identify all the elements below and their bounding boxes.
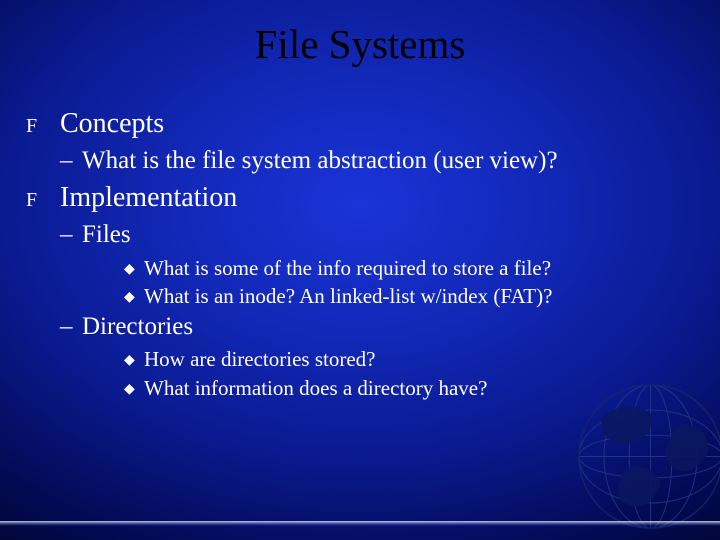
diamond-icon: ◆ bbox=[124, 289, 144, 307]
bullet-text: Files bbox=[82, 219, 131, 250]
bullet-level2: – Files bbox=[60, 219, 696, 250]
footer-divider bbox=[0, 521, 720, 526]
bullet-level2: – Directories bbox=[60, 311, 696, 342]
bullet-text: What is some of the info required to sto… bbox=[144, 255, 551, 281]
bullet-level3: ◆ What is an inode? An linked-list w/ind… bbox=[124, 283, 696, 309]
globe-icon bbox=[573, 379, 720, 534]
bullet-text: Directories bbox=[82, 311, 193, 342]
slide-body: F Concepts – What is the file system abs… bbox=[0, 76, 720, 401]
dash-icon: – bbox=[60, 219, 82, 250]
dash-icon: – bbox=[60, 145, 82, 176]
diamond-icon: ◆ bbox=[124, 381, 144, 399]
diamond-icon: ◆ bbox=[124, 261, 144, 279]
dash-icon: – bbox=[60, 311, 82, 342]
bullet-level1: F Concepts bbox=[24, 106, 696, 141]
bullet-text: How are directories stored? bbox=[144, 346, 375, 372]
bullet-text: Concepts bbox=[60, 106, 164, 141]
pointer-icon: F bbox=[24, 188, 60, 213]
bullet-level3: ◆ What is some of the info required to s… bbox=[124, 255, 696, 281]
slide: File Systems F Concepts – What is the fi… bbox=[0, 0, 720, 540]
bullet-level3: ◆ What information does a directory have… bbox=[124, 375, 696, 401]
bullet-text: What is the file system abstraction (use… bbox=[82, 145, 558, 176]
pointer-icon: F bbox=[24, 114, 60, 139]
diamond-icon: ◆ bbox=[124, 352, 144, 370]
bullet-text: What information does a directory have? bbox=[144, 375, 487, 401]
slide-title: File Systems bbox=[0, 0, 720, 76]
bullet-level2: – What is the file system abstraction (u… bbox=[60, 145, 696, 176]
bullet-level3: ◆ How are directories stored? bbox=[124, 346, 696, 372]
bullet-text: Implementation bbox=[60, 180, 237, 215]
bullet-text: What is an inode? An linked-list w/index… bbox=[144, 283, 552, 309]
bullet-level1: F Implementation bbox=[24, 180, 696, 215]
